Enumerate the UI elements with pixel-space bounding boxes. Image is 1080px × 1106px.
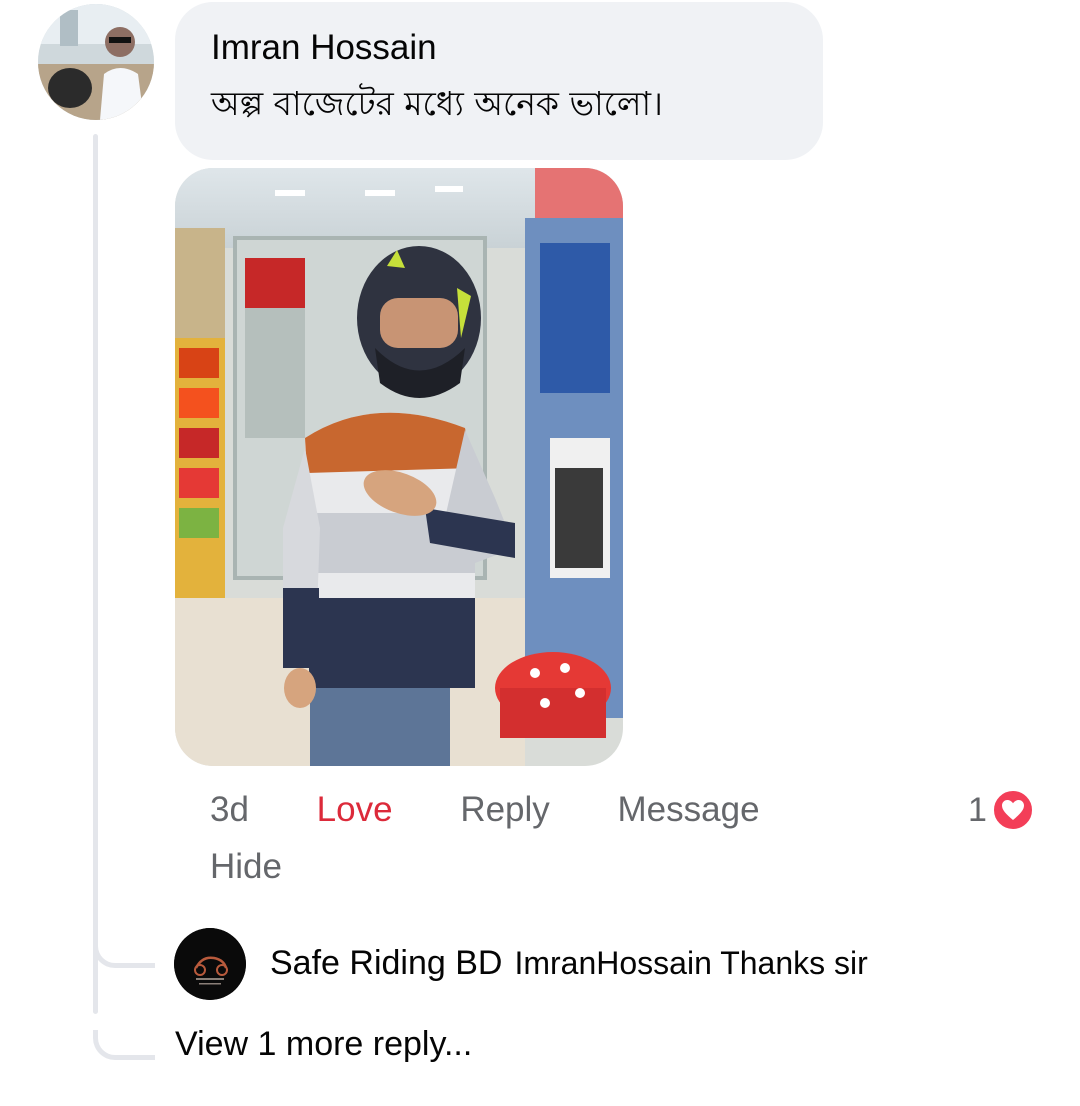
comment-text: অল্প বাজেটের মধ্যে অনেক ভালো। <box>211 84 663 123</box>
comment-author[interactable]: Imran Hossain <box>211 28 787 68</box>
heart-icon <box>990 788 1035 832</box>
thread-line <box>93 134 98 1014</box>
comment-bubble: Imran Hossain অল্প বাজেটের মধ্যে অনেক ভা… <box>175 2 823 160</box>
reply-text: ImranHossain Thanks sir <box>514 945 868 981</box>
photo-image <box>175 168 623 766</box>
safe-riding-bd-logo-icon <box>174 928 246 1000</box>
reaction-count: 1 <box>968 790 987 829</box>
message-button[interactable]: Message <box>618 790 760 830</box>
comment-timestamp[interactable]: 3d <box>210 790 249 830</box>
comment-photo[interactable] <box>175 168 623 766</box>
reaction-summary[interactable]: 1 <box>968 788 1035 832</box>
hide-button[interactable]: Hide <box>210 847 282 887</box>
reply-author[interactable]: Safe Riding BD <box>270 944 502 982</box>
reply-connector <box>93 938 155 968</box>
avatar-photo <box>38 4 154 120</box>
commenter-avatar[interactable] <box>38 4 154 120</box>
comment-actions: 3d Love Reply Message <box>210 790 850 830</box>
love-button[interactable]: Love <box>317 790 393 830</box>
view-more-replies-link[interactable]: View 1 more reply... <box>175 1025 472 1064</box>
reply-content: Safe Riding BD ImranHossain Thanks sir <box>270 944 868 983</box>
view-more-connector <box>93 1030 155 1060</box>
reply-avatar[interactable] <box>174 928 246 1000</box>
reply-button[interactable]: Reply <box>460 790 549 830</box>
